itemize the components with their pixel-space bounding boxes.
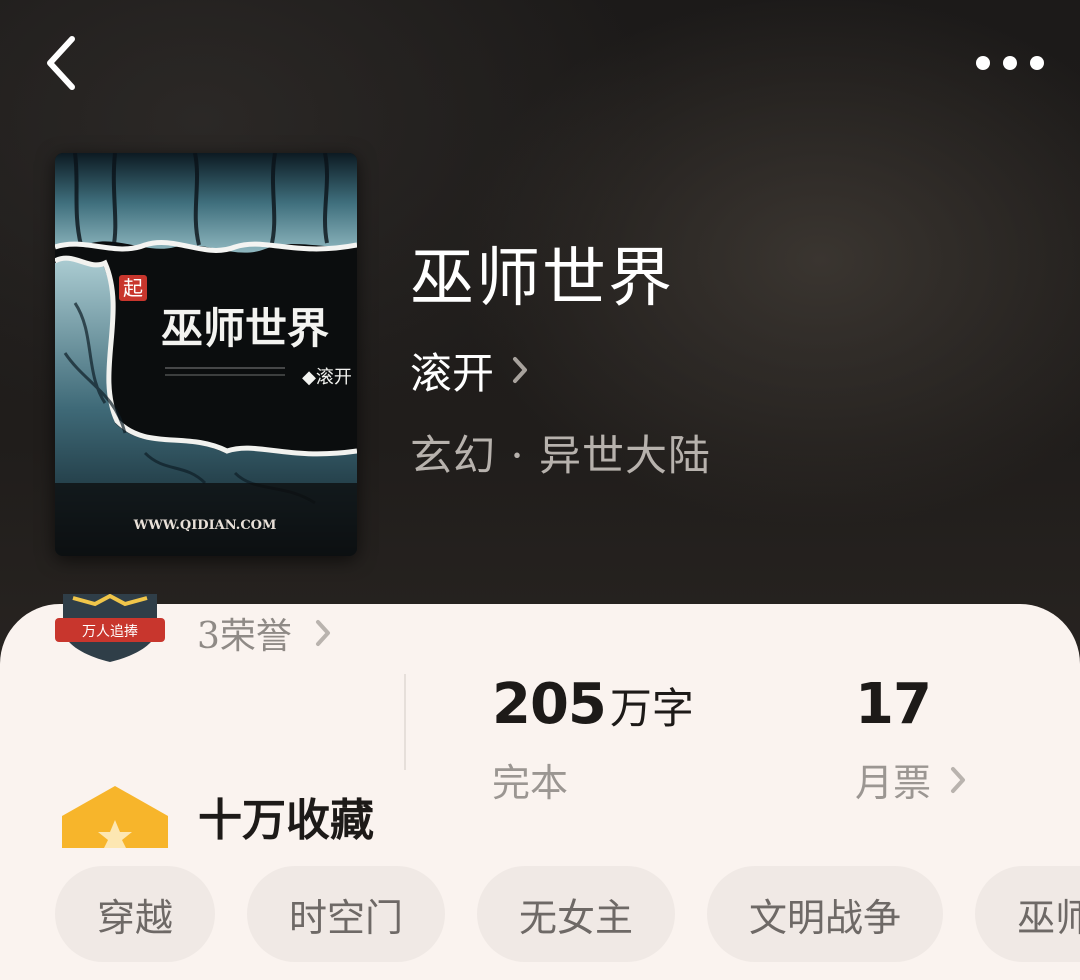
chevron-right-icon	[513, 357, 528, 383]
stats-divider	[404, 674, 406, 770]
cover-logo: 起	[123, 276, 143, 300]
tag-chip[interactable]: 穿越	[55, 866, 216, 962]
book-title: 巫师世界	[410, 242, 674, 316]
monthly-votes-label: 月票	[855, 761, 932, 805]
author-link[interactable]: 滚开	[410, 340, 530, 400]
book-detail-screen: 起 巫师世界 ◆滚开 WWW.QIDIAN.COM 巫师世界 滚开 玄幻 · 异…	[0, 0, 1080, 980]
more-button[interactable]	[970, 38, 1050, 88]
book-cover[interactable]: 起 巫师世界 ◆滚开 WWW.QIDIAN.COM	[55, 153, 357, 556]
tag-list: 穿越 时空门 无女主 文明战争 巫师	[55, 866, 1080, 962]
word-count-stat: 205 万字 完本	[492, 672, 694, 807]
word-count-value: 205	[492, 672, 607, 737]
chevron-right-icon	[315, 620, 330, 646]
chevron-left-icon	[47, 36, 75, 90]
honor-badge-icon: 万人追捧	[55, 594, 165, 662]
tag-chip[interactable]: 文明战争	[707, 866, 944, 962]
honor-badge-text: 万人追捧	[82, 623, 138, 640]
cover-author: ◆滚开	[302, 367, 352, 388]
author-name: 滚开	[410, 348, 495, 398]
cover-art: 起 巫师世界 ◆滚开 WWW.QIDIAN.COM	[55, 153, 357, 556]
cover-title: 巫师世界	[161, 304, 329, 353]
collection-text: 十万收藏	[198, 795, 374, 846]
word-count-unit: 万字	[609, 684, 694, 733]
collection-badge-icon	[62, 786, 168, 848]
completion-status: 完本	[492, 761, 569, 805]
tag-chip[interactable]: 时空门	[247, 866, 446, 962]
info-card: 万人追捧 3荣誉 205 万字 完本 17 月票 十万收藏 穿越 时空门 无女主…	[0, 594, 1080, 980]
tag-chip[interactable]: 无女主	[477, 866, 676, 962]
honor-link[interactable]: 3荣誉	[197, 608, 332, 658]
back-button[interactable]	[30, 28, 90, 98]
tag-chip[interactable]: 巫师	[975, 866, 1080, 962]
monthly-votes-stat[interactable]: 17 月票	[855, 672, 967, 807]
more-dots-icon	[976, 56, 1044, 70]
chevron-right-icon	[951, 766, 966, 793]
cover-site: WWW.QIDIAN.COM	[133, 518, 277, 533]
monthly-votes-value: 17	[855, 672, 932, 737]
genre-text: 玄幻 · 异世大陆	[410, 431, 712, 480]
honor-text: 3荣誉	[197, 616, 292, 657]
